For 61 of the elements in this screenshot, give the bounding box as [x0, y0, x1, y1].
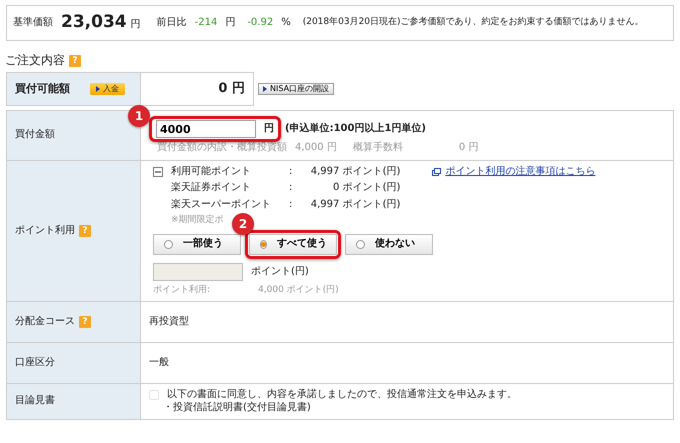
field-value: 再投資型 [149, 316, 189, 328]
document-item: ・投資信託説明書(交付目論見書) [163, 402, 312, 414]
usage-value: 4,000 ポイント(円) [258, 284, 339, 296]
unit-text: 円 [225, 16, 236, 30]
unit-text: ポイント(円) [251, 266, 309, 278]
points-value: 0 ポイント(円) [332, 182, 400, 194]
amount-value: 0 円 [218, 80, 245, 98]
radio-button[interactable] [164, 240, 173, 249]
points-input[interactable] [153, 262, 243, 281]
points-label: 楽天証券ポイント [171, 182, 252, 194]
option-button[interactable]: 使わない [345, 234, 433, 255]
price-value: 23,034 [61, 12, 127, 34]
fee-value: 0 円 [458, 142, 478, 154]
annotation-number-marker: 1 [128, 105, 150, 127]
help-icon: ? [69, 54, 81, 66]
help-icon: ? [79, 316, 91, 328]
breakdown-value: 4,000 円 [295, 142, 337, 154]
field-label: 分配金コース [15, 316, 75, 328]
change-value: -214 [194, 16, 218, 30]
separator-text: : [289, 166, 292, 178]
radio-button[interactable] [260, 240, 267, 249]
deposit-button[interactable]: 入金 [90, 83, 125, 95]
change-label: 前日比 [156, 16, 187, 30]
fee-label: 概算手数料 [352, 142, 403, 154]
option-button[interactable]: すべて使う [249, 234, 337, 255]
help-icon: ? [79, 224, 91, 237]
radio-button[interactable] [356, 240, 365, 249]
points-value: 4,997 ポイント(円) [310, 166, 400, 178]
field-label: 目論見書 [15, 395, 55, 408]
section-title: ご注文内容 [5, 53, 65, 68]
unit-text: 円 [264, 122, 274, 136]
points-value: 4,997 ポイント(円) [310, 198, 400, 211]
usage-label: ポイント利用: [153, 284, 210, 296]
triangle-icon [263, 86, 267, 92]
points-label: 楽天スーパーポイント [171, 198, 272, 211]
change-percent: -0.92 [247, 16, 274, 30]
field-label: ポイント利用 [15, 224, 75, 237]
breakdown-label: 買付金額の内訳・概算投資額 [157, 142, 287, 154]
price-note: (2018年03月20日現在)ご参考価額であり、約定をお約束する価額ではありません。 [302, 17, 644, 29]
triangle-icon [96, 86, 100, 92]
price-label: 基準価額 [13, 16, 53, 30]
agreement-text: 以下の書面に同意し、内容を承諾しましたので、投信通常注文を申込みます。 [167, 389, 517, 402]
field-label: 買付金額 [15, 129, 55, 142]
points-label: 利用可能ポイント [171, 166, 252, 178]
field-value: 一般 [149, 356, 169, 370]
agree-checkbox[interactable] [149, 390, 159, 400]
field-label: 買付可能額 [15, 82, 70, 96]
separator-text: : [289, 198, 292, 211]
collapse-toggle-icon[interactable] [153, 166, 163, 177]
unit-text: 円 [130, 19, 141, 32]
field-label: 口座区分 [15, 356, 55, 370]
notice-link[interactable]: ポイント利用の注意事項はこちら [445, 166, 596, 178]
separator-text: : [289, 182, 292, 194]
annotation-number-marker: 2 [232, 213, 254, 236]
nisa-open-button[interactable]: NISA口座の開設 [258, 83, 334, 95]
percent-sign: % [281, 16, 291, 30]
link-icon [432, 168, 442, 176]
note-text: ※期間限定ポ [171, 215, 224, 226]
amount-input[interactable]: 4000 [156, 120, 256, 138]
option-button[interactable]: 一部使う [153, 234, 241, 255]
unit-note: (申込単位:100円以上1円単位) [285, 122, 426, 136]
